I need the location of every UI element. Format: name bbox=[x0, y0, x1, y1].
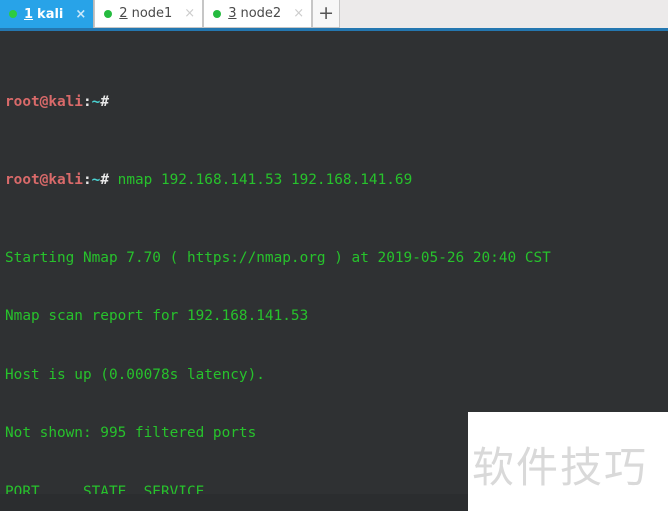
prompt-user-host: root@kali bbox=[5, 93, 83, 110]
prompt-user-host: root@kali bbox=[5, 171, 83, 188]
output-line: Starting Nmap 7.70 ( https://nmap.org ) … bbox=[5, 249, 551, 266]
close-icon[interactable]: × bbox=[75, 8, 86, 21]
tab-kali[interactable]: 1 kali × bbox=[0, 0, 95, 28]
new-tab-button[interactable]: + bbox=[312, 0, 341, 28]
connection-status-dot bbox=[104, 9, 113, 18]
prompt-sigil: # bbox=[100, 171, 109, 188]
watermark-overlay: 软件技巧 bbox=[468, 412, 668, 511]
watermark-text: 软件技巧 bbox=[472, 443, 649, 492]
tab-label: node1 bbox=[131, 6, 173, 21]
tab-number: 3 bbox=[228, 6, 237, 21]
close-icon[interactable]: × bbox=[293, 7, 304, 20]
prompt-sigil: # bbox=[100, 93, 109, 110]
connection-status-dot bbox=[213, 9, 222, 18]
command-text: nmap 192.168.141.53 192.168.141.69 bbox=[109, 171, 413, 188]
connection-status-dot bbox=[9, 10, 17, 18]
tab-node2[interactable]: 3 node2 × bbox=[203, 0, 313, 28]
tab-label: kali bbox=[37, 6, 64, 22]
prompt-colon: : bbox=[82, 171, 92, 188]
tab-label: node2 bbox=[240, 6, 282, 21]
prompt-line: root@kali:~# bbox=[5, 93, 668, 113]
tab-node1[interactable]: 2 node1 × bbox=[94, 0, 204, 28]
command-line: root@kali:~# nmap 192.168.141.53 192.168… bbox=[5, 171, 668, 191]
output-line: Host is up (0.00078s latency). bbox=[5, 366, 265, 383]
tab-list: 1 kali × 2 node1 × 3 node2 × + bbox=[0, 0, 668, 28]
tab-number: 1 bbox=[24, 6, 34, 22]
tab-bar: 1 kali × 2 node1 × 3 node2 × + bbox=[0, 0, 668, 31]
tab-number: 2 bbox=[119, 6, 128, 21]
prompt-colon: : bbox=[82, 93, 92, 110]
close-icon[interactable]: × bbox=[184, 7, 195, 20]
output-line: Nmap scan report for 192.168.141.53 bbox=[5, 308, 309, 324]
